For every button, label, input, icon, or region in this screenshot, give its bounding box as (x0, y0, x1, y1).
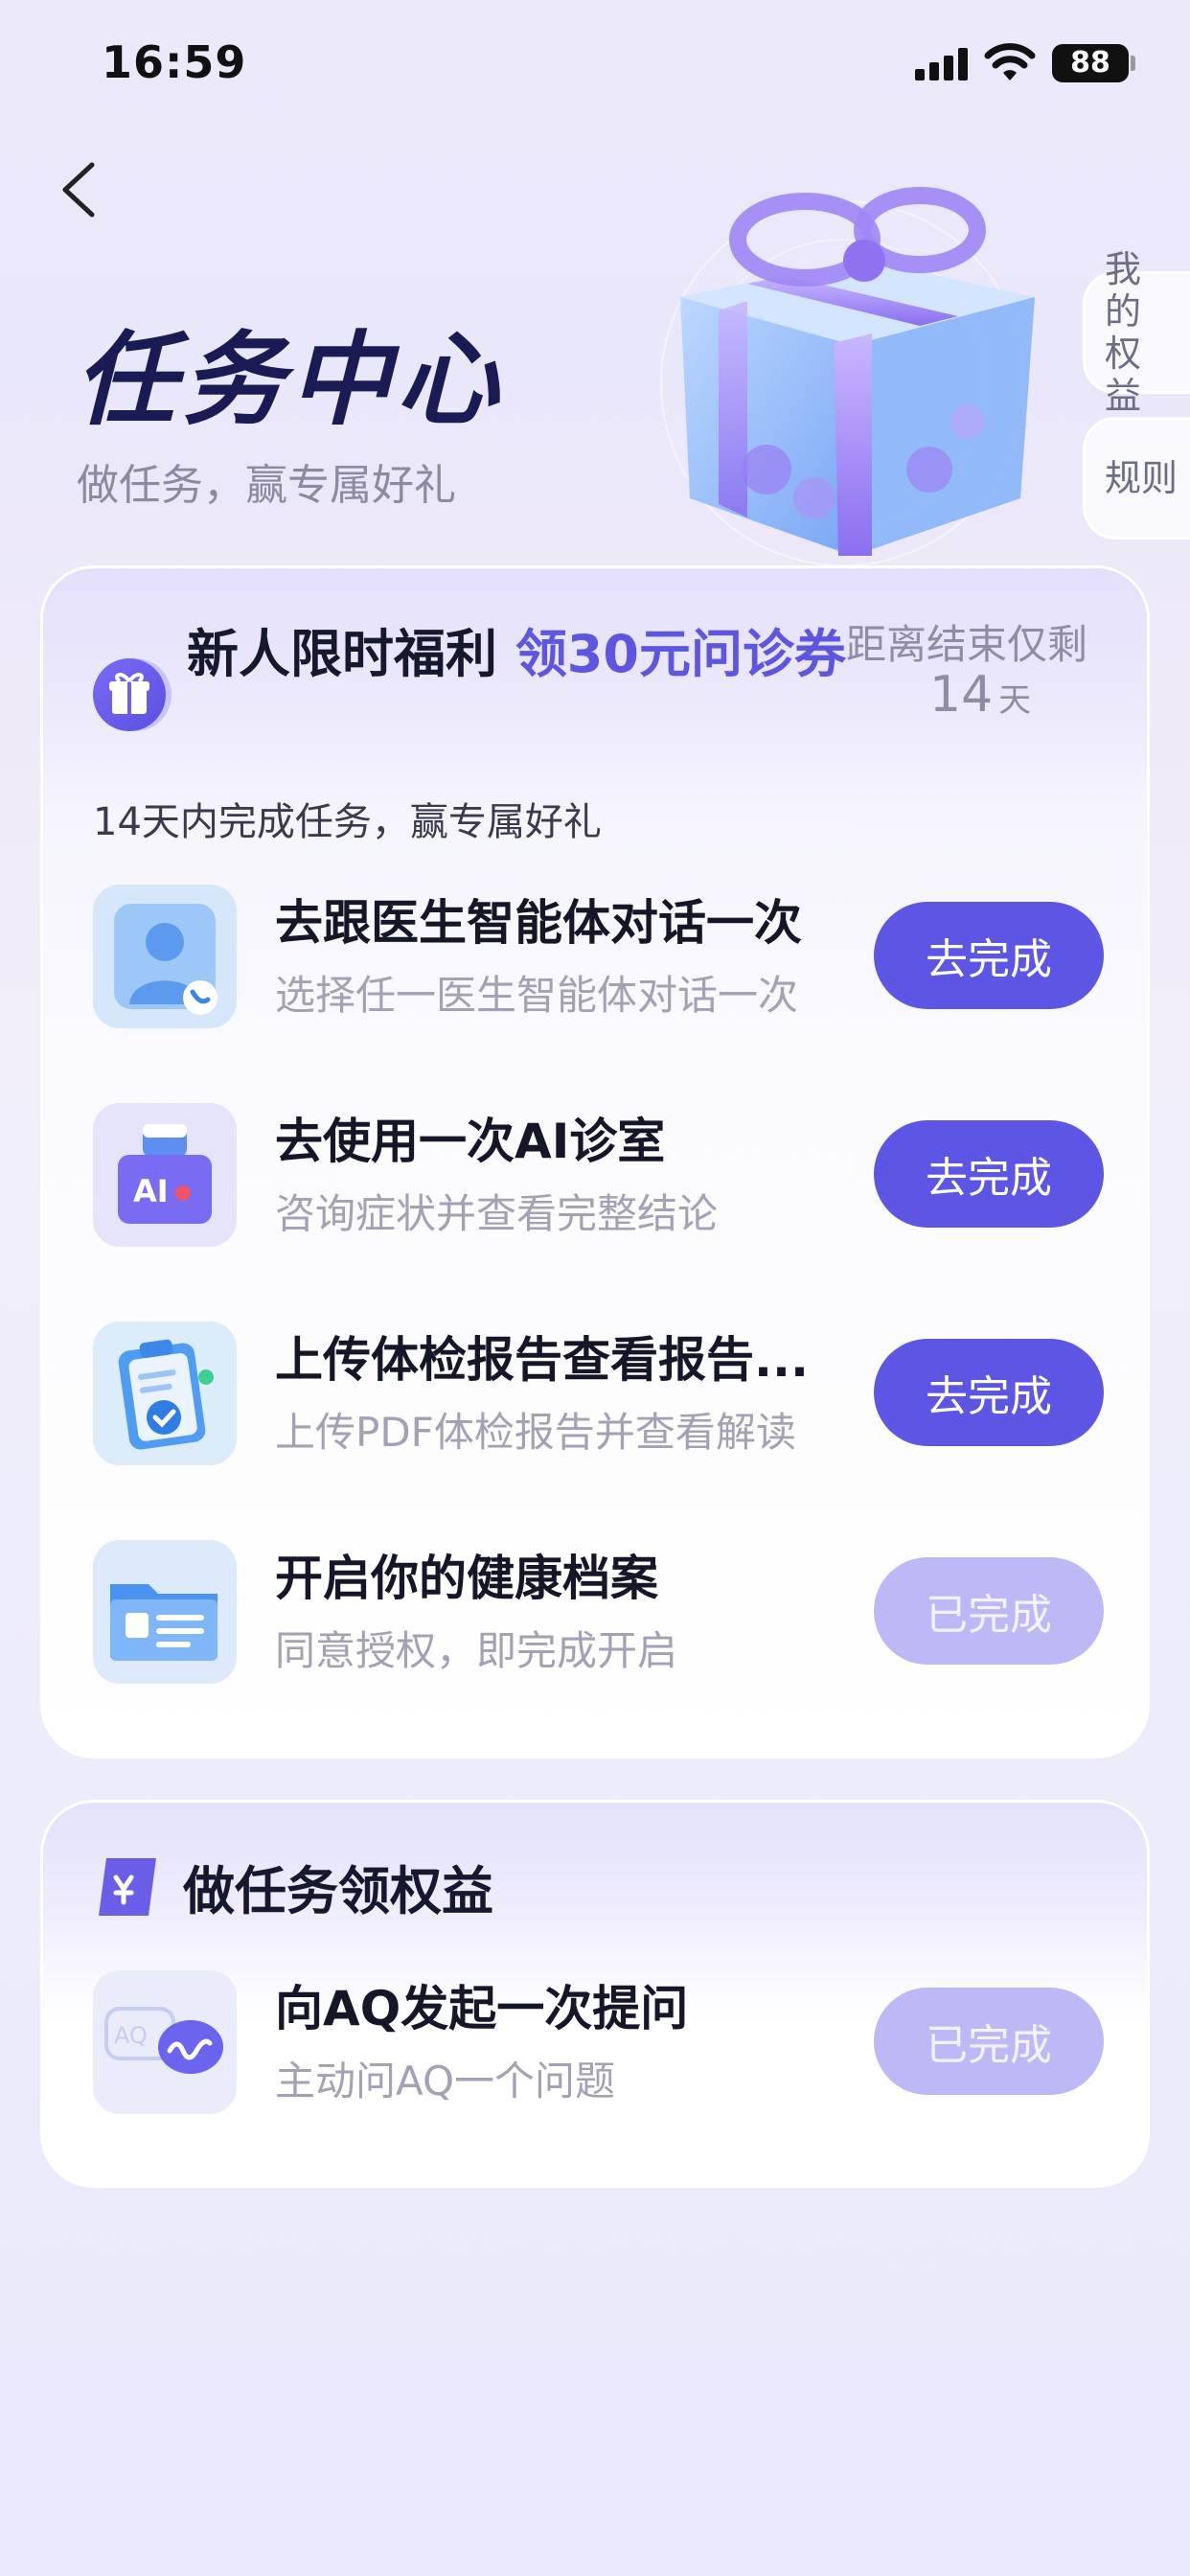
task-row: 上传体检报告查看报告... 上传PDF体检报告并查看解读 去完成 (93, 1322, 1109, 1465)
cellular-signal-icon (915, 48, 969, 80)
svg-text:AI: AI (133, 1173, 169, 1209)
task-row: AI 去使用一次AI诊室 咨询症状并查看完整结论 去完成 (93, 1103, 1109, 1247)
task-desc: 咨询症状并查看完整结论 (275, 1190, 719, 1237)
ai-clinic-icon: AI (93, 1103, 237, 1247)
task-name: 开启你的健康档案 (275, 1551, 658, 1606)
task-desc: 同意授权，即完成开启 (275, 1627, 678, 1674)
new-user-card-subtitle: 14天内完成任务，赢专属好礼 (93, 800, 602, 844)
task-name: 向AQ发起一次提问 (275, 1981, 689, 2036)
countdown-label: 距离结束仅剩 (846, 621, 1088, 668)
title-accent: 领30元问诊券 (515, 624, 846, 684)
health-folder-icon (93, 1540, 237, 1684)
status-bar: 16:59 88 (0, 0, 1190, 125)
task-name: 上传体检报告查看报告... (275, 1332, 809, 1388)
page-subtitle: 做任务，赢专属好礼 (77, 461, 456, 510)
benefit-task-card: 做任务领权益 AQ 向AQ发起一次提问 主动问AQ一个问题 已完成 (40, 1800, 1150, 2188)
wifi-icon (984, 43, 1036, 80)
svg-text:AQ: AQ (114, 2022, 148, 2049)
battery-tip (1131, 56, 1135, 71)
task-row: 开启你的健康档案 同意授权，即完成开启 已完成 (93, 1540, 1109, 1684)
completed-button[interactable]: 已完成 (874, 1988, 1104, 2095)
benefit-card-title: 做任务领权益 (183, 1861, 493, 1921)
task-desc: 主动问AQ一个问题 (275, 2058, 616, 2104)
title-prefix: 新人限时福利 (187, 624, 515, 684)
rules-tab[interactable]: 规则 (1083, 417, 1190, 540)
back-arrow-icon[interactable] (54, 159, 103, 220)
countdown-value: 14 天 (929, 666, 1031, 724)
gift-box-illustration (660, 187, 1035, 565)
chat-bubble-icon: AQ (93, 1970, 237, 2114)
page-title: 任务中心 (75, 321, 504, 439)
task-desc: 上传PDF体检报告并查看解读 (275, 1409, 796, 1456)
battery-icon: 88 (1052, 44, 1129, 82)
task-name: 去使用一次AI诊室 (275, 1114, 666, 1169)
clipboard-report-icon (93, 1322, 237, 1465)
countdown-unit: 天 (998, 681, 1032, 720)
new-user-card: 新人限时福利 领30元问诊券 距离结束仅剩 14 天 14天内完成任务，赢专属好礼… (40, 565, 1150, 1759)
go-complete-button[interactable]: 去完成 (874, 1339, 1104, 1446)
gift-icon (93, 658, 166, 731)
new-user-card-title: 新人限时福利 领30元问诊券 (187, 616, 877, 693)
doctor-icon (93, 885, 237, 1028)
yuan-ticket-icon (99, 1858, 156, 1916)
task-row: AQ 向AQ发起一次提问 主动问AQ一个问题 已完成 (93, 1970, 1109, 2114)
task-desc: 选择任一医生智能体对话一次 (275, 972, 799, 1019)
my-benefits-tab[interactable]: 我的权益 (1083, 248, 1190, 417)
go-complete-button[interactable]: 去完成 (874, 902, 1104, 1009)
completed-button[interactable]: 已完成 (874, 1557, 1104, 1665)
task-row: 去跟医生智能体对话一次 选择任一医生智能体对话一次 去完成 (93, 885, 1109, 1028)
countdown-days: 14 (929, 666, 994, 724)
task-name: 去跟医生智能体对话一次 (275, 895, 802, 951)
status-time: 16:59 (102, 36, 247, 88)
go-complete-button[interactable]: 去完成 (874, 1120, 1104, 1228)
